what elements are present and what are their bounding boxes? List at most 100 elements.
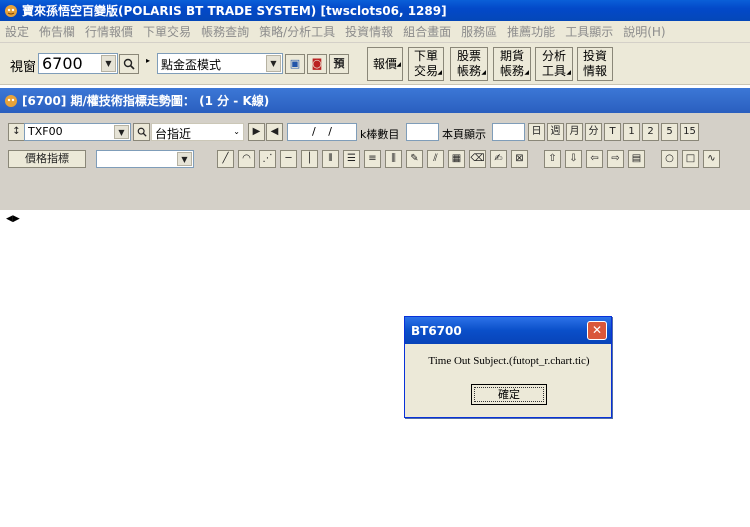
investment-info-button[interactable]: 投資 情報 [577,47,613,81]
chart-toolbar-row-1: ↕ TXF00 ▼ 台指近 ⌄ ▶ ◀ / / k棒數目 本頁顯示 日週月分T1… [0,120,750,144]
period-button[interactable]: 15 [680,123,699,141]
line-tool-button[interactable]: ╱ [217,150,234,168]
hgrid-tool-button[interactable]: ☰ [343,150,360,168]
period-button[interactable]: 週 [547,123,564,141]
vline-tool-button[interactable]: │ [301,150,318,168]
rect-tool-icon: □ [685,153,696,164]
rect-tool-button[interactable]: □ [682,150,699,168]
search-icon [137,127,147,137]
menu-item[interactable]: 策略/分析工具 [254,23,340,40]
symbol-combo[interactable]: TXF00 ▼ [24,123,131,141]
kbar-count-input[interactable] [406,123,439,141]
vgrid-tool-button[interactable]: ⦀ [322,150,339,168]
vgrid-tool-icon: ⦀ [328,153,333,164]
chart-toolbar-row-2: 價格指標 ▼ ╱ ◠ ⋰ ─ │ ⦀ ☰ ≡ ⫼ ✎ ⫽ ▦ ⌫ ✍ ⊠ ⇧ ⇩ ⇦ ⇨ ▤ ○ □ ∿ [0,147,750,171]
fan-tool-icon: ⋰ [262,153,273,164]
dialog-message: Time Out Subject.(futopt_r.chart.tic) [428,355,590,367]
period-button[interactable]: 日 [528,123,545,141]
circle-tool-button[interactable]: ○ [661,150,678,168]
chevron-down-icon[interactable]: ▼ [177,152,192,166]
dropdown-corner-icon: ◢ [524,69,529,76]
menu-item[interactable]: 組合畫面 [398,23,456,40]
move-up-button[interactable]: ⇧ [544,150,561,168]
move-right-button[interactable]: ⇨ [607,150,624,168]
dialog-ok-label: 確定 [498,388,520,401]
play-forward-button[interactable]: ▶ [248,123,265,141]
preview-button[interactable]: 預 [329,54,349,74]
wave-tool-button[interactable]: ∿ [703,150,720,168]
menu-item[interactable]: 下單交易 [138,23,196,40]
period-button[interactable]: 月 [566,123,583,141]
futures-account-button[interactable]: 期貨 帳務 ◢ [493,47,531,81]
menu-item[interactable]: 工具顯示 [560,23,618,40]
mode-combo[interactable]: 點金盃模式 ▼ [157,53,283,74]
brush-tool-icon: ✎ [410,153,419,164]
channel-tool-button[interactable]: ≡ [364,150,381,168]
period-button[interactable]: 分 [585,123,602,141]
channel-tool-icon: ≡ [368,153,377,164]
quote-button[interactable]: 報價 ◢ [367,47,403,81]
brush-tool-button[interactable]: ✎ [406,150,423,168]
price-indicator-label: 價格指標 [25,152,69,165]
futures-account-label-1: 期貨 [499,49,524,63]
investment-info-label-1: 投資 [582,49,607,63]
menu-item[interactable]: 帳務查詢 [196,23,254,40]
chevron-down-icon[interactable]: ▼ [266,55,281,72]
dialog-ok-button[interactable]: 確定 [471,384,547,405]
play-back-button[interactable]: ◀ [266,123,283,141]
move-left-button[interactable]: ⇦ [586,150,603,168]
indicator-combo[interactable]: ▼ [96,150,194,168]
move-right-icon: ⇨ [611,153,620,164]
period-button[interactable]: 2 [642,123,659,141]
arc-tool-button[interactable]: ◠ [238,150,255,168]
updown-arrow-icon: ↕ [12,126,21,137]
order-trade-button[interactable]: 下單 交易 ◢ [408,47,444,81]
palette-tool-button[interactable]: ▦ [448,150,465,168]
order-trade-label-1: 下單 [413,49,438,63]
menu-item[interactable]: 行情報價 [80,23,138,40]
window-label: 視窗 [10,60,37,75]
delete-tool-button[interactable]: ⊠ [511,150,528,168]
period-button[interactable]: 5 [661,123,678,141]
menu-item[interactable]: 設定 [0,23,34,40]
camera-icon: ◙ [311,57,323,70]
fan-tool-button[interactable]: ⋰ [259,150,276,168]
hline-tool-button[interactable]: ─ [280,150,297,168]
symbol-search-button[interactable] [133,123,150,141]
dialog-close-button[interactable]: ✕ [587,321,607,340]
sort-toggle-button[interactable]: ↕ [8,123,25,141]
camera-button[interactable]: ◙ [307,54,327,74]
analysis-tools-button[interactable]: 分析 工具 ◢ [535,47,573,81]
report-button[interactable]: ▤ [628,150,645,168]
move-up-icon: ⇧ [548,153,557,164]
window-combo[interactable]: 6700 ▼ [38,53,118,74]
menu-item[interactable]: 佈告欄 [34,23,80,40]
menu-item[interactable]: 服務區 [456,23,502,40]
period-button[interactable]: 1 [623,123,640,141]
price-indicator-button[interactable]: 價格指標 [8,150,86,168]
dropdown-corner-icon: ◢ [437,69,442,76]
vline-tool-icon: │ [306,153,313,164]
vbars-tool-button[interactable]: ⫼ [385,150,402,168]
symbol-name-combo[interactable]: 台指近 ⌄ [151,123,244,141]
menu-item[interactable]: 說明(H) [618,23,670,40]
chevron-down-icon[interactable]: ▼ [114,125,129,139]
chevron-down-icon[interactable]: ⌄ [233,127,240,136]
note-tool-button[interactable]: ✍ [490,150,507,168]
search-button[interactable] [119,54,139,74]
page-display-input[interactable] [492,123,525,141]
search-icon [123,58,135,70]
chevron-down-icon[interactable]: ▼ [101,55,116,72]
date-input[interactable]: / / [287,123,357,141]
stock-account-button[interactable]: 股票 帳務 ◢ [450,47,488,81]
move-down-button[interactable]: ⇩ [565,150,582,168]
period-button[interactable]: T [604,123,621,141]
arc-tool-icon: ◠ [242,153,251,164]
menu-item[interactable]: 投資情報 [340,23,398,40]
save-layout-button[interactable]: ▣ [285,54,305,74]
parallel-tool-button[interactable]: ⫽ [427,150,444,168]
splitter-arrow-icon[interactable]: ◀▶ [6,214,20,224]
menu-item[interactable]: 推薦功能 [502,23,560,40]
eraser-tool-button[interactable]: ⌫ [469,150,486,168]
dropdown-corner-icon: ◢ [566,69,571,76]
